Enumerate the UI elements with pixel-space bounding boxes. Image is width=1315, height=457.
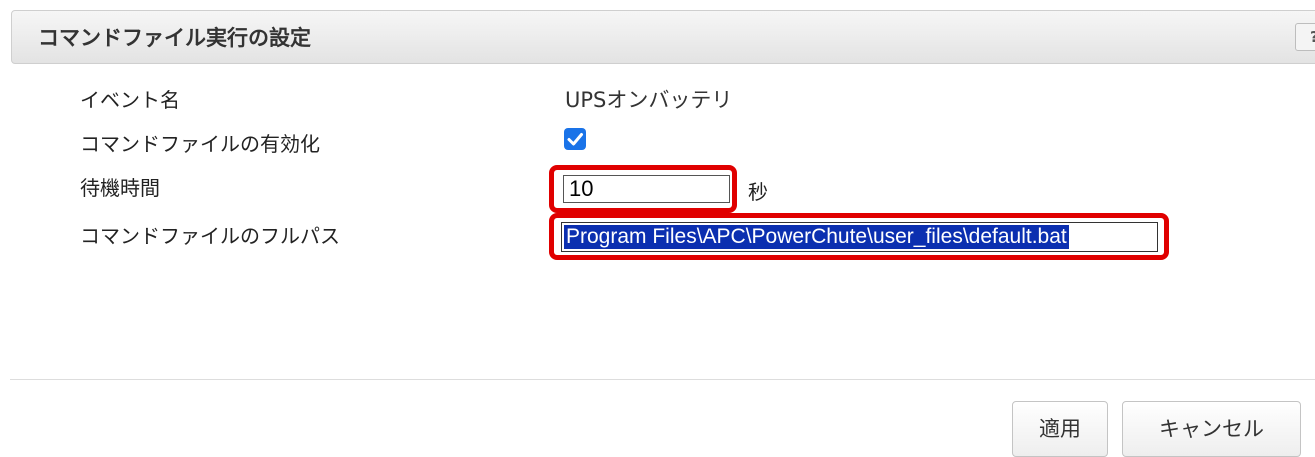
enable-command-checkbox[interactable] — [564, 128, 586, 150]
footer-divider — [10, 379, 1315, 380]
enable-command-label: コマンドファイルの有効化 — [80, 132, 320, 156]
wait-time-unit: 秒 — [748, 180, 768, 204]
command-file-settings-dialog: コマンドファイル実行の設定 ? イベント名 UPSオンバッテリ コマンドファイル… — [0, 0, 1315, 457]
dialog-header: コマンドファイル実行の設定 ? — [11, 10, 1315, 64]
help-button[interactable]: ? — [1295, 23, 1315, 51]
wait-time-highlight — [549, 165, 737, 213]
event-name-label: イベント名 — [80, 88, 180, 112]
wait-time-label: 待機時間 — [80, 176, 160, 200]
full-path-highlight — [549, 213, 1169, 260]
event-name-value: UPSオンバッテリ — [565, 88, 733, 112]
dialog-title: コマンドファイル実行の設定 — [38, 26, 311, 50]
checkmark-icon — [567, 133, 583, 146]
cancel-button[interactable]: キャンセル — [1122, 401, 1301, 457]
full-path-label: コマンドファイルのフルパス — [80, 224, 340, 248]
apply-button[interactable]: 適用 — [1012, 401, 1108, 457]
